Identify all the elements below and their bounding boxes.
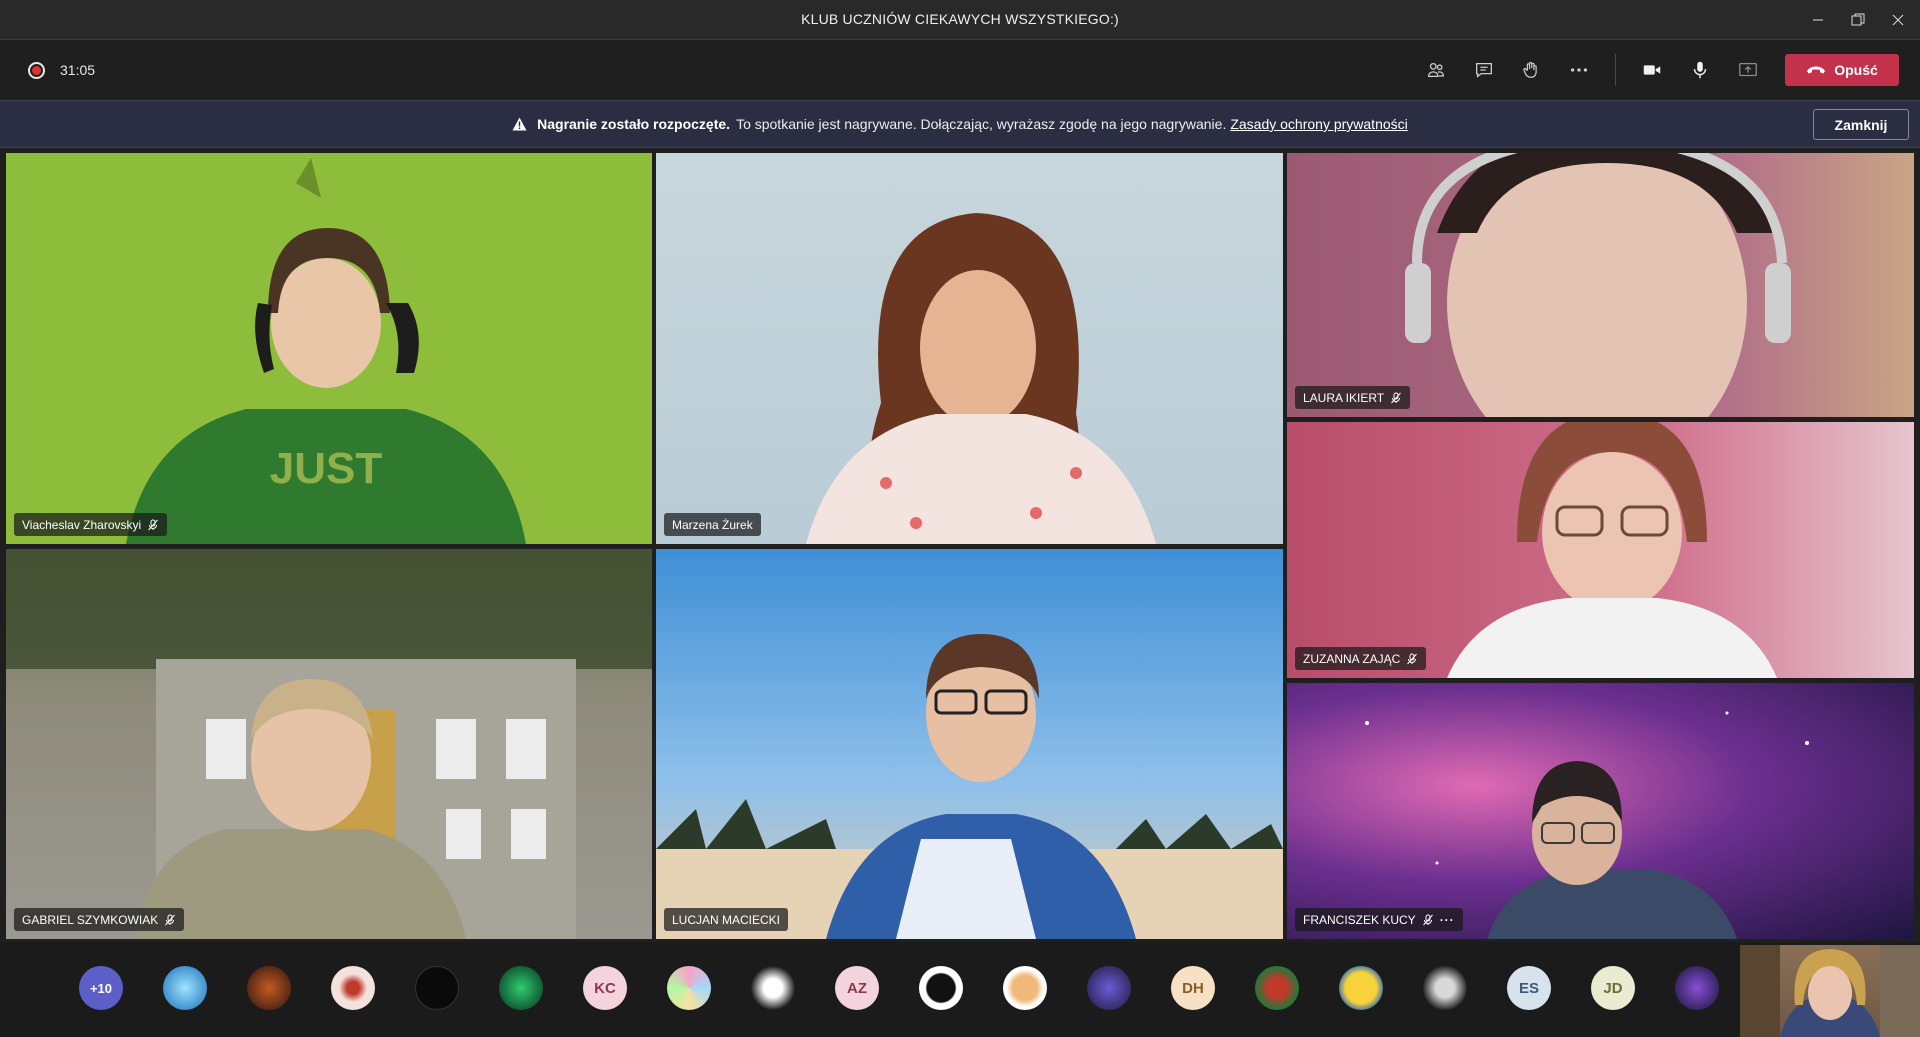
- participant-video: JUST: [126, 158, 526, 544]
- avatar-initials: ES: [1518, 979, 1539, 997]
- participant-avatar[interactable]: [1423, 966, 1467, 1010]
- svg-text:JUST: JUST: [270, 444, 383, 493]
- hand-icon: [1523, 61, 1537, 78]
- leave-button[interactable]: Opuść: [1785, 54, 1899, 86]
- participant-name: GABRIEL SZYMKOWIAK: [22, 912, 159, 927]
- more-icon: [1570, 68, 1588, 72]
- avatar-initials: DH: [1182, 979, 1204, 997]
- participant-avatar[interactable]: [163, 966, 207, 1010]
- participant-video: [1365, 711, 1809, 939]
- close-icon: [1892, 14, 1904, 26]
- microphone-button[interactable]: [1682, 54, 1718, 86]
- hang-up-icon: [1807, 66, 1826, 74]
- recording-icon: [28, 62, 45, 79]
- video-tile[interactable]: LUCJAN MACIECKI: [656, 549, 1283, 939]
- participant-video: [1447, 422, 1777, 678]
- participant-avatar[interactable]: [1003, 966, 1047, 1010]
- participant-name: LUCJAN MACIECKI: [672, 912, 781, 927]
- more-participants-avatar[interactable]: +10: [79, 966, 123, 1010]
- meeting-timer: 31:05: [60, 62, 96, 78]
- participant-name-tag: LUCJAN MACIECKI: [664, 908, 789, 931]
- avatar-initials: KC: [594, 979, 616, 997]
- banner-message: Nagranie zostało rozpoczęte. To spotkanie…: [0, 116, 1920, 132]
- mic-muted-icon: [1422, 914, 1433, 925]
- camera-icon: [1643, 65, 1661, 75]
- close-banner-button[interactable]: Zamknij: [1813, 109, 1909, 140]
- meeting-title: KLUB UCZNIÓW CIEKAWYCH WSZYSTKIEGO:): [801, 11, 1119, 27]
- participant-avatar[interactable]: [415, 966, 459, 1010]
- close-window-button[interactable]: [1878, 4, 1918, 36]
- video-tile[interactable]: JUST Viacheslav Zharovskyi: [6, 153, 652, 544]
- participant-avatar[interactable]: [919, 966, 963, 1010]
- participant-avatar[interactable]: [247, 966, 291, 1010]
- minimize-button[interactable]: [1798, 4, 1838, 36]
- participant-name-tag: LAURA IKIERT: [1295, 386, 1411, 409]
- avatar-initials: JD: [1603, 979, 1623, 997]
- microphone-icon: [1693, 61, 1707, 79]
- video-tile[interactable]: LAURA IKIERT: [1287, 153, 1914, 417]
- mic-muted-icon: [1391, 392, 1402, 403]
- participant-video: [1405, 153, 1791, 417]
- participant-avatar[interactable]: ES: [1507, 966, 1551, 1010]
- title-bar: KLUB UCZNIÓW CIEKAWYCH WSZYSTKIEGO:): [0, 0, 1920, 40]
- tile-more-icon[interactable]: ···: [1440, 913, 1455, 927]
- mic-muted-icon: [1407, 653, 1418, 664]
- raise-hand-button[interactable]: [1513, 54, 1549, 86]
- participant-name-tag: GABRIEL SZYMKOWIAK: [14, 908, 185, 931]
- participant-avatar[interactable]: [1675, 966, 1719, 1010]
- participant-avatar[interactable]: DH: [1171, 966, 1215, 1010]
- mic-muted-icon: [148, 519, 159, 530]
- warning-icon: [512, 117, 527, 131]
- banner-title: Nagranie zostało rozpoczęte.: [537, 116, 731, 132]
- participant-strip: +10 KC AZ DH ES JD: [0, 942, 1920, 1037]
- participant-name-tag: FRANCISZEK KUCY ···: [1295, 908, 1463, 931]
- participant-name: ZUZANNA ZAJĄC: [1303, 651, 1401, 666]
- participant-avatar[interactable]: [1087, 966, 1131, 1010]
- participant-avatar[interactable]: [667, 966, 711, 1010]
- chat-icon: [1476, 62, 1492, 78]
- video-tile[interactable]: GABRIEL SZYMKOWIAK: [6, 549, 652, 939]
- banner-text: To spotkanie jest nagrywane. Dołączając,…: [736, 116, 1227, 132]
- privacy-link[interactable]: Zasady ochrony prywatności: [1230, 116, 1407, 132]
- restore-icon: [1851, 13, 1865, 26]
- chat-button[interactable]: [1466, 54, 1502, 86]
- leave-label: Opuść: [1834, 62, 1878, 78]
- participant-video: [6, 549, 652, 939]
- participant-name-tag: ZUZANNA ZAJĄC: [1295, 647, 1427, 670]
- participant-avatar[interactable]: KC: [583, 966, 627, 1010]
- self-video-preview[interactable]: [1740, 945, 1920, 1037]
- participant-name: FRANCISZEK KUCY: [1303, 912, 1416, 927]
- participant-name: Marzena Żurek: [672, 517, 753, 532]
- participant-avatar[interactable]: AZ: [835, 966, 879, 1010]
- more-actions-button[interactable]: [1561, 54, 1597, 86]
- mic-muted-icon: [165, 914, 176, 925]
- participant-avatar[interactable]: JD: [1591, 966, 1635, 1010]
- participant-video: [656, 634, 1283, 939]
- video-tile[interactable]: FRANCISZEK KUCY ···: [1287, 683, 1914, 939]
- participants-button[interactable]: [1418, 54, 1454, 86]
- recording-banner: Nagranie zostało rozpoczęte. To spotkanie…: [0, 100, 1920, 148]
- participant-name-tag: Marzena Żurek: [664, 513, 761, 536]
- avatar-initials: AZ: [847, 979, 867, 997]
- meeting-toolbar: 31:05 Opuść: [0, 40, 1920, 100]
- video-tile[interactable]: Marzena Żurek: [656, 153, 1283, 544]
- self-video: [1740, 945, 1920, 1037]
- share-screen-button[interactable]: [1730, 54, 1766, 86]
- restore-button[interactable]: [1838, 4, 1878, 36]
- minimize-icon: [1813, 19, 1823, 21]
- participant-avatar[interactable]: [751, 966, 795, 1010]
- participant-video: [806, 213, 1156, 544]
- participant-name: LAURA IKIERT: [1303, 390, 1385, 405]
- camera-button[interactable]: [1634, 54, 1670, 86]
- participant-name: Viacheslav Zharovskyi: [22, 517, 142, 532]
- participant-avatar[interactable]: [1255, 966, 1299, 1010]
- participant-avatar[interactable]: [331, 966, 375, 1010]
- share-screen-icon: [1739, 62, 1757, 77]
- participant-name-tag: Viacheslav Zharovskyi: [14, 513, 168, 536]
- participants-icon: [1428, 62, 1444, 78]
- video-tile[interactable]: ZUZANNA ZAJĄC: [1287, 422, 1914, 678]
- participant-avatar[interactable]: [1339, 966, 1383, 1010]
- toolbar-divider: [1615, 54, 1616, 86]
- participant-avatar[interactable]: [499, 966, 543, 1010]
